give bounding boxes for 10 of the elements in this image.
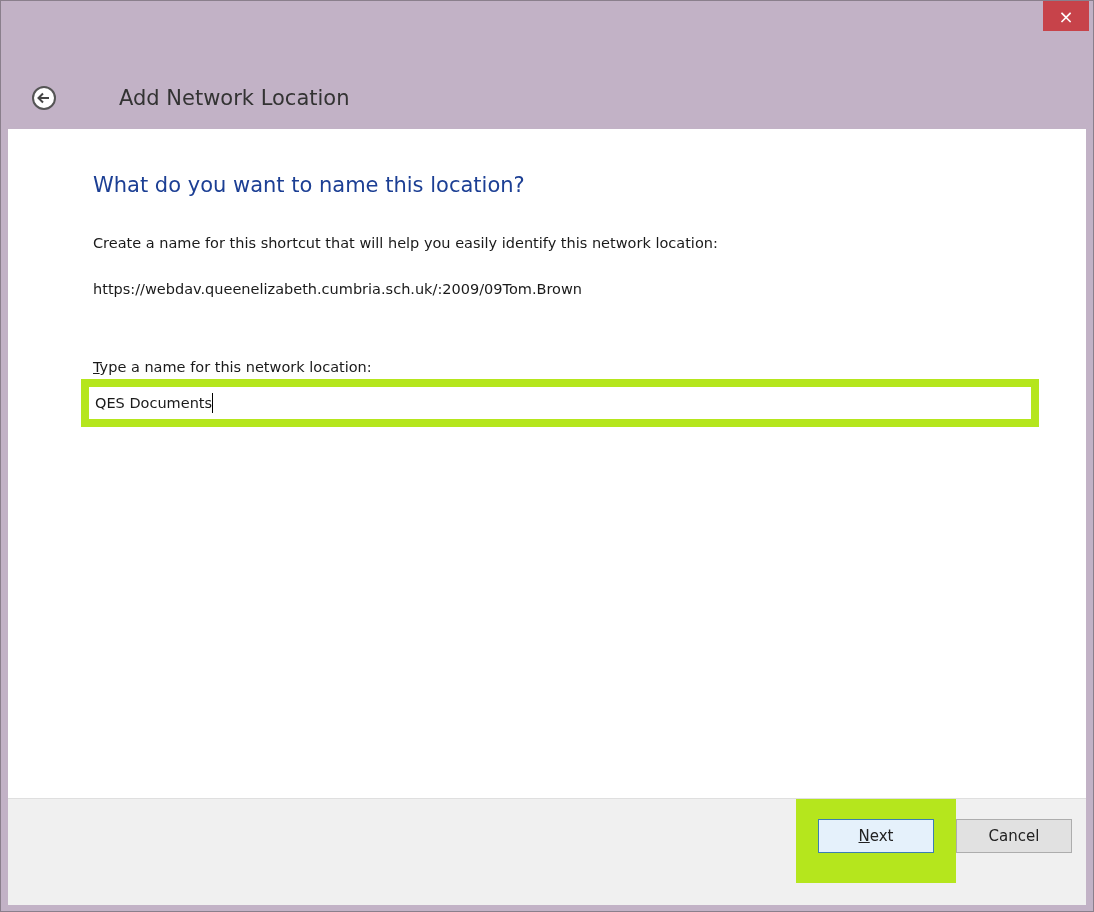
dialog-button[interactable]: Next [818, 819, 934, 853]
close-button[interactable]: × [1043, 1, 1089, 31]
page-heading: What do you want to name this location? [93, 173, 526, 197]
name-input-field[interactable]: QES Documents [89, 387, 1031, 419]
field-label: Type a name for this network location: [93, 359, 373, 375]
back-icon[interactable] [31, 85, 57, 111]
instruction-text: Create a name for this shortcut that will help you easily identify this network location: [93, 235, 719, 251]
network-address: https://webdav.queenelizabeth.cumbria.sch.uk/:2009/09Tom.Brown [93, 281, 584, 297]
window-title: Add Network Location [119, 86, 350, 110]
dialog-button[interactable]: Cancel [956, 819, 1072, 853]
